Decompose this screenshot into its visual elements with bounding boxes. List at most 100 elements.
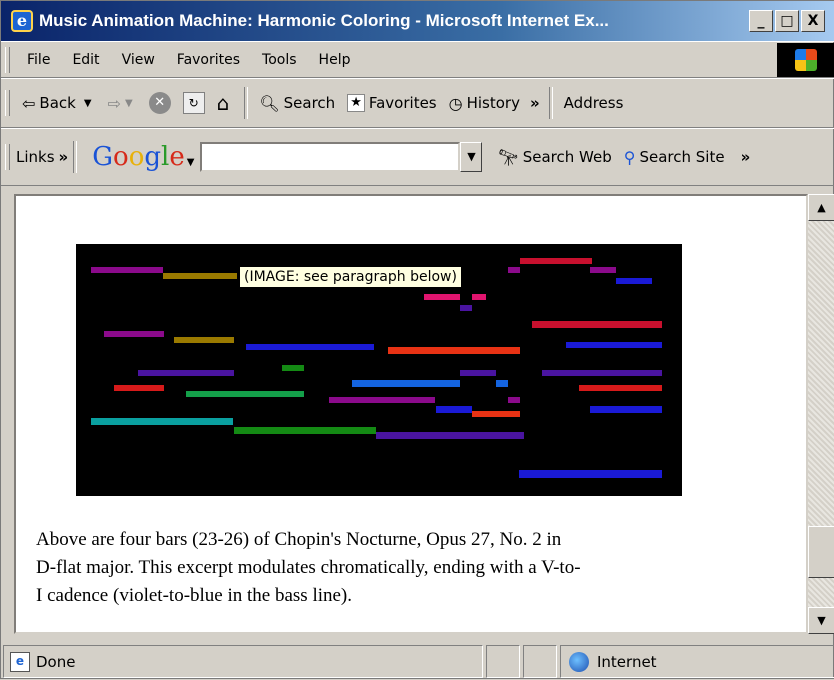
links-chevron-right[interactable]: » — [741, 148, 751, 166]
forward-button[interactable]: ⇨ ▼ — [102, 86, 143, 120]
links-label[interactable]: Links — [16, 148, 55, 166]
menu-bar: File Edit View Favorites Tools Help — [1, 41, 834, 78]
note-bar — [519, 470, 662, 478]
note-bar — [104, 331, 164, 337]
page-content: (IMAGE: see paragraph below) Above are f… — [14, 194, 808, 634]
note-bar — [542, 370, 662, 376]
browser-window: e Music Animation Machine: Harmonic Colo… — [0, 0, 834, 679]
back-arrow-icon: ⇦ — [22, 93, 36, 113]
note-bar — [460, 370, 496, 376]
google-search-dropdown[interactable]: ▼ — [460, 142, 483, 172]
back-button[interactable]: ⇦ Back ▼ — [16, 86, 102, 120]
google-letter-g: G — [92, 142, 114, 172]
note-bar — [163, 273, 237, 279]
note-bar — [376, 432, 524, 439]
favorites-button[interactable]: ★ Favorites — [341, 86, 442, 120]
note-bar — [138, 370, 234, 376]
scroll-up-button[interactable]: ▲ — [808, 194, 834, 221]
back-dropdown-icon[interactable]: ▼ — [84, 98, 92, 109]
page-done-icon: e — [10, 651, 30, 672]
note-bar — [532, 321, 662, 328]
refresh-icon: ↻ — [182, 92, 205, 114]
note-bar — [91, 418, 233, 425]
history-label: History — [466, 94, 520, 112]
note-bar — [186, 391, 304, 397]
status-panel-empty — [486, 645, 520, 678]
menu-tools[interactable]: Tools — [251, 52, 308, 68]
menu-edit[interactable]: Edit — [61, 52, 110, 68]
title-bar[interactable]: e Music Animation Machine: Harmonic Colo… — [1, 1, 834, 41]
status-bar: e Done Internet — [1, 643, 834, 680]
favorites-label: Favorites — [368, 94, 437, 112]
search-web-label: Search Web — [522, 148, 612, 166]
toolbar-grip[interactable] — [5, 90, 10, 116]
maximize-button[interactable]: □ — [775, 10, 799, 32]
search-label: Search — [283, 94, 336, 112]
note-bar — [424, 294, 460, 300]
menu-view[interactable]: View — [111, 52, 166, 68]
links-separator — [73, 141, 78, 173]
note-bar — [472, 411, 520, 417]
status-text-panel: e Done — [3, 645, 483, 678]
menu-file[interactable]: File — [16, 52, 61, 68]
history-button[interactable]: ◷ History — [443, 86, 526, 120]
note-bar — [436, 406, 472, 413]
google-dropdown-icon: ▼ — [186, 157, 195, 168]
zone-text: Internet — [597, 652, 657, 671]
google-letter-g: g — [144, 142, 161, 172]
note-bar — [388, 347, 520, 354]
standard-toolbar: ⇦ Back ▼ ⇨ ▼ ✕ ↻ ⌂ 🔍︎ Search ★ Favorites… — [1, 78, 834, 128]
note-bar — [616, 278, 652, 284]
note-bar — [590, 267, 616, 273]
status-panel-empty — [523, 645, 557, 678]
note-bar — [520, 258, 592, 264]
windows-logo — [777, 42, 834, 77]
google-letter-o: o — [113, 142, 129, 172]
note-bar — [566, 342, 662, 348]
security-zone-panel: Internet — [560, 645, 834, 678]
close-button[interactable]: X — [801, 10, 825, 32]
search-web-button[interactable]: 🔭︎ Search Web — [492, 140, 617, 174]
note-bar — [234, 427, 376, 434]
note-bar — [590, 406, 662, 413]
image-tooltip: (IMAGE: see paragraph below) — [239, 266, 462, 288]
menu-favorites[interactable]: Favorites — [166, 52, 251, 68]
note-bar — [496, 380, 508, 387]
note-bar — [114, 385, 164, 391]
home-icon: ⌂ — [216, 91, 230, 115]
note-bar — [460, 305, 472, 311]
search-site-icon: ⚲ — [623, 147, 636, 167]
links-grip[interactable] — [5, 144, 10, 170]
google-letter-e: e — [169, 142, 185, 172]
binoculars-icon: 🔭︎ — [498, 147, 519, 167]
search-site-button[interactable]: ⚲ Search Site — [618, 140, 731, 174]
menu-help[interactable]: Help — [308, 52, 362, 68]
stop-icon: ✕ — [148, 92, 171, 114]
address-label[interactable]: Address — [558, 86, 630, 120]
scroll-down-button[interactable]: ▼ — [808, 607, 834, 634]
paragraph-line: I cadence (violet-to-blue in the bass li… — [36, 585, 353, 606]
address-separator — [548, 87, 553, 119]
google-logo[interactable]: Google ▼ — [92, 142, 194, 172]
forward-dropdown-icon[interactable]: ▼ — [125, 98, 133, 109]
back-label: Back — [39, 94, 76, 112]
minimize-button[interactable]: _ — [749, 10, 773, 32]
search-site-label: Search Site — [639, 148, 725, 166]
note-bar — [174, 337, 234, 343]
toolbar-chevron[interactable]: » — [526, 86, 544, 120]
home-button[interactable]: ⌂ — [211, 86, 240, 120]
menu-grip[interactable] — [5, 46, 10, 73]
links-chevron[interactable]: » — [59, 148, 69, 166]
note-bar — [472, 294, 486, 300]
paragraph-line: Above are four bars (23-26) of Chopin's … — [36, 529, 562, 550]
scrollbar-thumb[interactable] — [808, 526, 834, 578]
note-bar — [246, 344, 374, 350]
search-button[interactable]: 🔍︎ Search — [253, 86, 341, 120]
forward-arrow-icon: ⇨ — [107, 93, 121, 113]
windows-flag-icon — [795, 48, 817, 71]
note-bar — [91, 267, 163, 273]
google-search-input[interactable] — [200, 142, 461, 172]
refresh-button[interactable]: ↻ — [177, 86, 211, 120]
vertical-scrollbar[interactable]: ▲ ▼ — [808, 194, 834, 634]
stop-button[interactable]: ✕ — [143, 86, 177, 120]
